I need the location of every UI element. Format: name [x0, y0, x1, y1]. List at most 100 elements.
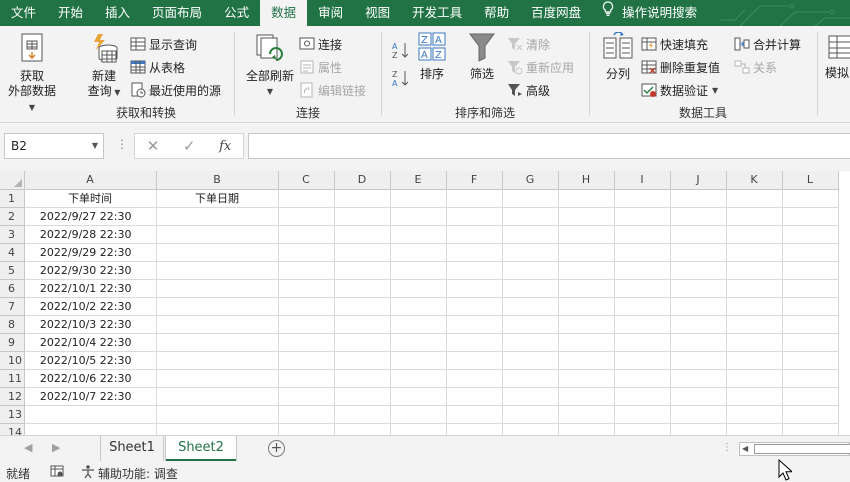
- cell-e1[interactable]: [390, 189, 447, 208]
- cell-j11[interactable]: [670, 369, 727, 388]
- cell-k12[interactable]: [726, 387, 783, 406]
- cell-f9[interactable]: [446, 333, 503, 352]
- refresh-all-button[interactable]: 全部刷新 ▼: [244, 32, 296, 99]
- formula-input[interactable]: [248, 133, 850, 159]
- text-to-columns-button[interactable]: 分列: [601, 31, 635, 82]
- cell-d1[interactable]: [334, 189, 391, 208]
- cell-h2[interactable]: [558, 207, 615, 226]
- cell-l11[interactable]: [782, 369, 839, 388]
- properties-button[interactable]: 属性: [299, 57, 342, 77]
- cell-f11[interactable]: [446, 369, 503, 388]
- sheet-tab-sheet2[interactable]: Sheet2: [166, 436, 236, 461]
- tab-page-layout[interactable]: 页面布局: [141, 0, 213, 26]
- cell-e12[interactable]: [390, 387, 447, 406]
- cell-l12[interactable]: [782, 387, 839, 406]
- cell-j7[interactable]: [670, 297, 727, 316]
- cell-l2[interactable]: [782, 207, 839, 226]
- new-query-button[interactable]: 新建 查询 ▼: [82, 32, 126, 100]
- cell-a6[interactable]: 2022/10/1 22:30: [24, 279, 157, 298]
- accessibility-icon[interactable]: [80, 464, 96, 482]
- cell-l5[interactable]: [782, 261, 839, 280]
- cell-j2[interactable]: [670, 207, 727, 226]
- chevron-down-icon[interactable]: ▼: [92, 134, 98, 158]
- cell-a10[interactable]: 2022/10/5 22:30: [24, 351, 157, 370]
- cell-a3[interactable]: 2022/9/28 22:30: [24, 225, 157, 244]
- cell-i4[interactable]: [614, 243, 671, 262]
- column-header-h[interactable]: H: [558, 171, 615, 190]
- cell-h8[interactable]: [558, 315, 615, 334]
- cell-k2[interactable]: [726, 207, 783, 226]
- cell-d6[interactable]: [334, 279, 391, 298]
- cell-g3[interactable]: [502, 225, 559, 244]
- cell-f8[interactable]: [446, 315, 503, 334]
- cell-f14[interactable]: [446, 423, 503, 435]
- row-header[interactable]: 14: [0, 423, 25, 435]
- cell-c1[interactable]: [278, 189, 335, 208]
- cell-c12[interactable]: [278, 387, 335, 406]
- cell-h14[interactable]: [558, 423, 615, 435]
- cell-i1[interactable]: [614, 189, 671, 208]
- cell-b11[interactable]: [156, 369, 279, 388]
- cell-i14[interactable]: [614, 423, 671, 435]
- cell-a7[interactable]: 2022/10/2 22:30: [24, 297, 157, 316]
- cell-b1[interactable]: 下单日期: [156, 189, 279, 208]
- cell-b4[interactable]: [156, 243, 279, 262]
- what-if-analysis-button[interactable]: 模拟: [825, 32, 850, 81]
- cell-j10[interactable]: [670, 351, 727, 370]
- cell-i6[interactable]: [614, 279, 671, 298]
- cell-k8[interactable]: [726, 315, 783, 334]
- clear-filter-button[interactable]: 清除: [507, 34, 550, 54]
- cell-f13[interactable]: [446, 405, 503, 424]
- cell-l6[interactable]: [782, 279, 839, 298]
- cell-g5[interactable]: [502, 261, 559, 280]
- prev-sheet-icon[interactable]: ◀: [24, 441, 32, 454]
- cell-a12[interactable]: 2022/10/7 22:30: [24, 387, 157, 406]
- cell-g12[interactable]: [502, 387, 559, 406]
- cell-l1[interactable]: [782, 189, 839, 208]
- cell-k9[interactable]: [726, 333, 783, 352]
- cell-f2[interactable]: [446, 207, 503, 226]
- row-header[interactable]: 12: [0, 387, 25, 406]
- cell-g13[interactable]: [502, 405, 559, 424]
- cell-j9[interactable]: [670, 333, 727, 352]
- cell-i5[interactable]: [614, 261, 671, 280]
- cell-d8[interactable]: [334, 315, 391, 334]
- cell-l7[interactable]: [782, 297, 839, 316]
- cell-d9[interactable]: [334, 333, 391, 352]
- tab-file[interactable]: 文件: [0, 0, 47, 26]
- row-header[interactable]: 5: [0, 261, 25, 280]
- cell-c9[interactable]: [278, 333, 335, 352]
- cell-e9[interactable]: [390, 333, 447, 352]
- cell-j6[interactable]: [670, 279, 727, 298]
- cell-h6[interactable]: [558, 279, 615, 298]
- cell-k7[interactable]: [726, 297, 783, 316]
- cell-c2[interactable]: [278, 207, 335, 226]
- cell-g8[interactable]: [502, 315, 559, 334]
- cell-c4[interactable]: [278, 243, 335, 262]
- cell-a13[interactable]: [24, 405, 157, 424]
- cell-f5[interactable]: [446, 261, 503, 280]
- cell-a4[interactable]: 2022/9/29 22:30: [24, 243, 157, 262]
- cell-a9[interactable]: 2022/10/4 22:30: [24, 333, 157, 352]
- filter-button[interactable]: 筛选: [467, 32, 497, 82]
- cell-g10[interactable]: [502, 351, 559, 370]
- cell-g1[interactable]: [502, 189, 559, 208]
- edit-links-button[interactable]: 编辑链接: [299, 80, 366, 100]
- cell-k4[interactable]: [726, 243, 783, 262]
- cell-h1[interactable]: [558, 189, 615, 208]
- row-header[interactable]: 11: [0, 369, 25, 388]
- tab-developer[interactable]: 开发工具: [401, 0, 473, 26]
- column-header-b[interactable]: B: [156, 171, 279, 190]
- column-header-k[interactable]: K: [726, 171, 783, 190]
- column-header-e[interactable]: E: [390, 171, 447, 190]
- cell-a1[interactable]: 下单时间: [24, 189, 157, 208]
- column-header-l[interactable]: L: [782, 171, 839, 190]
- cell-d10[interactable]: [334, 351, 391, 370]
- cell-e3[interactable]: [390, 225, 447, 244]
- cell-j1[interactable]: [670, 189, 727, 208]
- cell-c3[interactable]: [278, 225, 335, 244]
- cell-i8[interactable]: [614, 315, 671, 334]
- cell-c11[interactable]: [278, 369, 335, 388]
- show-queries-button[interactable]: 显示查询: [130, 34, 197, 54]
- row-header[interactable]: 13: [0, 405, 25, 424]
